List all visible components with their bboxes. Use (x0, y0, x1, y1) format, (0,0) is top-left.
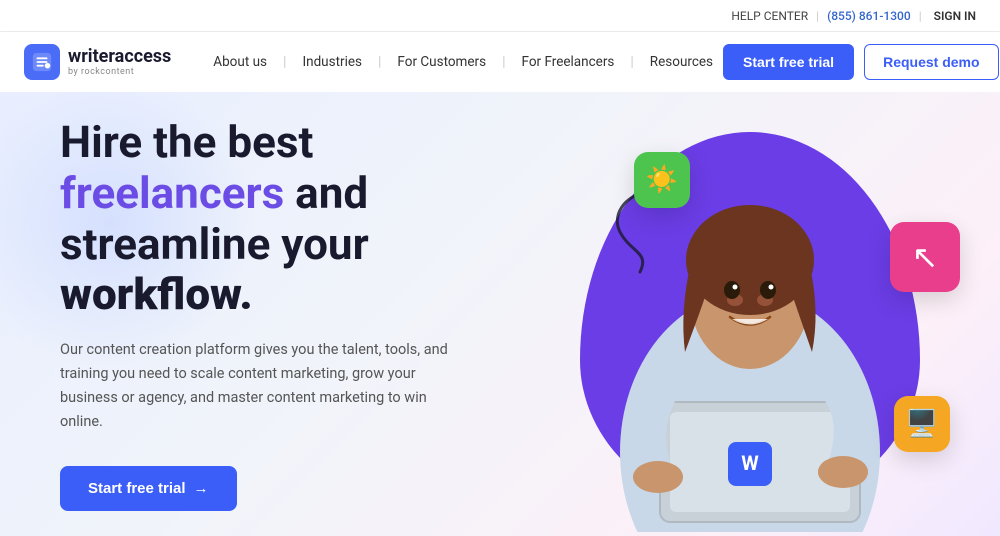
nav-for-freelancers[interactable]: For Freelancers (512, 48, 625, 76)
logo[interactable]: writeraccess by rockcontent (24, 44, 171, 80)
cursor-icon: ↖ (912, 238, 939, 276)
logo-brand-name: writeraccess (68, 47, 171, 67)
divider-1: | (816, 9, 819, 23)
nav-sep-3: | (502, 54, 505, 70)
hero-content: Hire the best freelancers and streamline… (0, 117, 520, 510)
logo-sub-label: by rockcontent (68, 67, 171, 77)
nav-for-customers[interactable]: For Customers (387, 48, 496, 76)
svg-text:W: W (741, 451, 759, 475)
logo-icon (24, 44, 60, 80)
hero-title-line3: streamline your (60, 218, 369, 270)
main-nav: writeraccess by rockcontent About us | I… (0, 32, 1000, 92)
hero-title-line4: workflow. (60, 268, 253, 320)
logo-text: writeraccess by rockcontent (68, 47, 171, 77)
hero-image-area: W ☀️ ↖ 🖥️ (500, 102, 980, 532)
sun-icon: ☀️ (646, 165, 678, 195)
float-card-pink: ↖ (890, 222, 960, 292)
float-card-green: ☀️ (634, 152, 690, 208)
hero-cta-label: Start free trial (88, 480, 186, 497)
nav-industries[interactable]: Industries (292, 48, 372, 76)
nav-request-demo-button[interactable]: Request demo (864, 44, 998, 80)
nav-actions: Start free trial Request demo 🌐 EN (723, 44, 1000, 80)
hero-person-image: W (570, 112, 930, 532)
help-center-label: HELP CENTER (731, 9, 808, 23)
sign-in-link[interactable]: SIGN IN (934, 9, 976, 23)
hero-cta-arrow: → (194, 480, 209, 497)
hero-title-line1: Hire the best (60, 116, 313, 168)
nav-links: About us | Industries | For Customers | … (203, 48, 723, 76)
top-bar: HELP CENTER | (855) 861-1300 | SIGN IN (0, 0, 1000, 32)
float-card-orange: 🖥️ (894, 396, 950, 452)
nav-sep-1: | (283, 54, 286, 70)
nav-start-trial-button[interactable]: Start free trial (723, 44, 854, 80)
nav-about[interactable]: About us (203, 48, 277, 76)
hero-cta-button[interactable]: Start free trial → (60, 466, 237, 511)
hero-title-and: and (295, 167, 368, 219)
hero-title-highlight: freelancers (60, 167, 284, 219)
hero-section: Hire the best freelancers and streamline… (0, 92, 1000, 536)
nav-sep-2: | (378, 54, 381, 70)
monitor-icon: 🖥️ (906, 409, 938, 439)
nav-resources[interactable]: Resources (640, 48, 723, 76)
hero-title: Hire the best freelancers and streamline… (60, 117, 460, 319)
nav-sep-4: | (630, 54, 633, 70)
divider-2: | (919, 9, 922, 23)
hero-description: Our content creation platform gives you … (60, 338, 460, 434)
phone-number[interactable]: (855) 861-1300 (827, 9, 911, 23)
